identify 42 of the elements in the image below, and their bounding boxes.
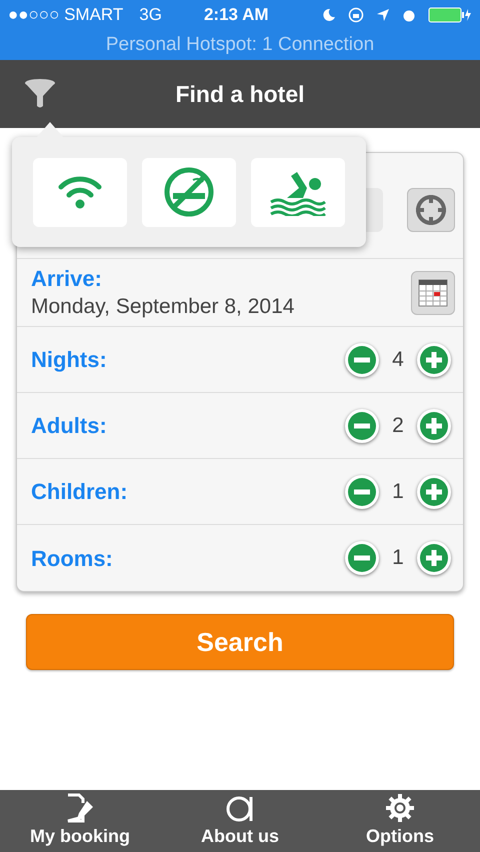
counter-label: Nights:	[31, 346, 107, 374]
counter-value: 2	[391, 412, 405, 439]
increment-button[interactable]	[417, 342, 451, 376]
counter-value: 1	[391, 545, 405, 572]
tab-bar-item[interactable]: My booking	[0, 790, 160, 852]
counter-label: Children:	[31, 478, 128, 506]
no-smoking-icon	[163, 166, 215, 218]
tab-bar-item[interactable]: Options	[320, 790, 480, 852]
arrive-label: Arrive:	[31, 264, 103, 292]
rotation-lock-icon	[348, 7, 364, 23]
hotspot-text: Personal Hotspot: 1 Connection	[106, 32, 374, 57]
battery-icon	[428, 7, 472, 23]
crosshair-icon	[414, 192, 448, 226]
decrement-button[interactable]	[345, 342, 379, 376]
location-arrow-icon	[376, 8, 390, 22]
locate-button[interactable]	[407, 188, 455, 232]
decrement-button[interactable]	[345, 541, 379, 575]
carrier-label: ●●○○○ SMART	[8, 4, 124, 26]
calendar-button[interactable]	[411, 270, 455, 314]
decrement-button[interactable]	[345, 408, 379, 442]
clock: 2:13 AM	[204, 4, 269, 26]
amenity-filter-button[interactable]	[251, 158, 345, 226]
nav-title: Find a hotel	[175, 80, 305, 109]
filter-button[interactable]	[24, 78, 56, 110]
tab-bar-item[interactable]: About us	[160, 790, 320, 852]
amenity-filter-button[interactable]	[142, 158, 236, 226]
counter-value: 1	[391, 478, 405, 505]
counter-label: Adults:	[31, 412, 107, 440]
increment-button[interactable]	[417, 408, 451, 442]
network-label: 3G	[139, 4, 162, 26]
increment-button[interactable]	[417, 541, 451, 575]
gear-icon	[385, 793, 415, 823]
counter-value: 4	[391, 346, 405, 373]
moon-icon	[322, 8, 336, 22]
wifi-icon	[58, 175, 102, 209]
calendar-icon	[418, 278, 448, 306]
counter-label: Rooms:	[31, 544, 113, 572]
amenity-filter-button[interactable]	[33, 158, 127, 226]
arrive-date: Monday, September 8, 2014	[31, 294, 294, 320]
decrement-button[interactable]	[345, 474, 379, 508]
filter-icon	[24, 78, 56, 110]
increment-button[interactable]	[417, 474, 451, 508]
